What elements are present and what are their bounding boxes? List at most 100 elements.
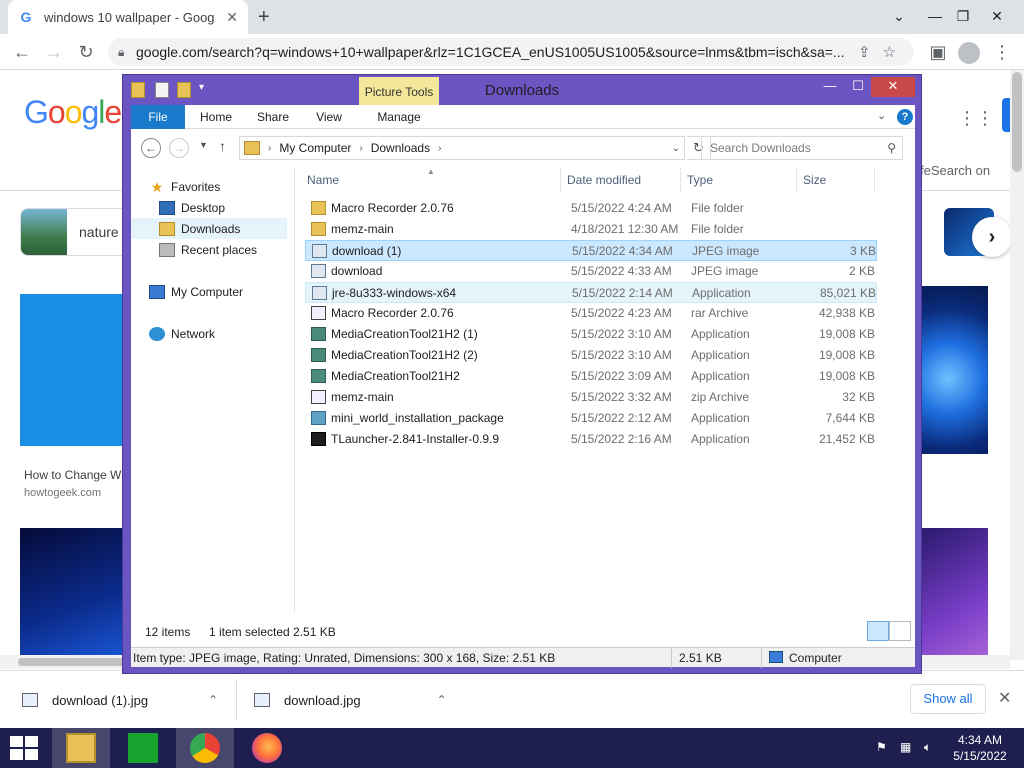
file-row[interactable]: MediaCreationTool21H2 5/15/2022 3:09 AM Ap…: [305, 366, 877, 387]
file-row[interactable]: memz-main 5/15/2022 3:32 AM zip Archive 32 …: [305, 387, 877, 408]
file-row[interactable]: Macro Recorder 2.0.76 5/15/2022 4:23 AM ra…: [305, 303, 877, 324]
file-date: 5/15/2022 2:12 AM: [571, 411, 672, 425]
file-row[interactable]: TLauncher-2.841-Installer-0.9.9 5/15/2022…: [305, 429, 877, 450]
nav-downloads[interactable]: Downloads: [131, 218, 287, 239]
file-row[interactable]: MediaCreationTool21H2 (1) 5/15/2022 3:10 …: [305, 324, 877, 345]
side-panel-icon[interactable]: ▣: [926, 40, 950, 64]
restore-icon[interactable]: ❐: [946, 0, 980, 34]
image-result[interactable]: [922, 286, 988, 454]
up-arrow-icon[interactable]: ↑: [219, 138, 226, 154]
page-hscroll-thumb[interactable]: [18, 658, 126, 666]
tab-view[interactable]: View: [307, 105, 351, 129]
image-result[interactable]: [20, 528, 124, 668]
browser-tab[interactable]: G windows 10 wallpaper - Google ✕: [8, 0, 248, 34]
file-row[interactable]: download (1) 5/15/2022 4:34 AM JPEG image 3…: [305, 240, 877, 261]
page-scroll-thumb[interactable]: [1012, 72, 1022, 172]
back-icon[interactable]: ←: [141, 138, 161, 158]
close-download-shelf-icon[interactable]: ✕: [998, 688, 1011, 708]
lock-icon[interactable]: 🔒︎: [118, 45, 136, 60]
chevron-right-icon[interactable]: ›: [438, 143, 441, 154]
download-item[interactable]: download (1).jpg ⌃: [12, 679, 228, 721]
help-icon[interactable]: ?: [897, 109, 913, 125]
column-header-type[interactable]: Type: [681, 167, 797, 193]
address-breadcrumb[interactable]: › My Computer › Downloads › ⌄: [239, 136, 685, 160]
volume-muted-icon[interactable]: 🔈︎: [924, 740, 931, 755]
address-bar[interactable]: 🔒︎ google.com/search?q=windows+10+wallpa…: [108, 38, 914, 66]
app-file-icon: [311, 348, 326, 362]
file-row[interactable]: download 5/15/2022 4:33 AM JPEG image 2 KB: [305, 261, 877, 282]
file-row[interactable]: Macro Recorder 2.0.76 5/15/2022 4:24 AM Fi…: [305, 198, 877, 219]
close-window-icon[interactable]: ✕: [980, 0, 1014, 34]
nav-recent-places[interactable]: Recent places: [159, 239, 257, 260]
safesearch-toggle[interactable]: feSearch on: [920, 163, 990, 178]
share-icon[interactable]: ⇪: [858, 43, 871, 61]
search-icon[interactable]: ⚲: [887, 137, 896, 159]
action-center-flag-icon[interactable]: ⚑: [876, 740, 887, 754]
details-view-icon[interactable]: [867, 621, 889, 641]
details-bar: Item type: JPEG image, Rating: Unrated, …: [131, 647, 915, 668]
menu-kebab-icon[interactable]: ⋮: [990, 40, 1014, 64]
new-tab-icon[interactable]: +: [258, 6, 270, 29]
column-header-size[interactable]: Size: [797, 167, 875, 193]
taskbar-chrome[interactable]: [176, 728, 234, 768]
large-icons-view-icon[interactable]: [889, 621, 911, 641]
google-favicon-icon: G: [20, 9, 32, 25]
back-icon[interactable]: ←: [10, 40, 34, 64]
nav-my-computer[interactable]: My Computer: [149, 281, 243, 302]
tab-file[interactable]: File: [131, 105, 185, 129]
explorer-titlebar[interactable]: ▾ Downloads Picture Tools — ☐ ✕: [123, 75, 921, 105]
tab-search-icon[interactable]: ⌄: [882, 0, 916, 34]
chevron-right-icon[interactable]: ›: [359, 143, 362, 154]
download-item[interactable]: download.jpg ⌃: [244, 679, 457, 721]
chevron-right-icon[interactable]: ›: [268, 143, 271, 154]
file-row[interactable]: jre-8u333-windows-x64 5/15/2022 2:14 AM Ap…: [305, 282, 877, 303]
column-header-date[interactable]: Date modified: [561, 167, 681, 193]
nav-favorites[interactable]: ★ Favorites: [149, 176, 221, 197]
system-clock[interactable]: 4:34 AM 5/15/2022: [950, 732, 1010, 764]
maximize-icon[interactable]: ☐: [845, 77, 871, 97]
taskbar-firefox[interactable]: [238, 728, 296, 768]
show-all-button[interactable]: Show all: [910, 684, 986, 714]
file-row[interactable]: MediaCreationTool21H2 (2) 5/15/2022 3:10 …: [305, 345, 877, 366]
file-date: 5/15/2022 4:24 AM: [571, 201, 672, 215]
address-dropdown-icon[interactable]: ⌄: [672, 143, 680, 154]
bookmark-star-icon[interactable]: ☆: [883, 43, 896, 61]
column-header-name[interactable]: Name: [301, 167, 561, 193]
image-result[interactable]: [922, 528, 988, 668]
file-size: 19,008 KB: [818, 327, 875, 341]
taskbar-file-explorer[interactable]: [52, 728, 110, 768]
recent-locations-icon[interactable]: ▼: [199, 140, 208, 150]
chevron-down-icon[interactable]: ⌄: [877, 109, 886, 122]
google-logo[interactable]: Google: [24, 94, 122, 131]
chip-thumbnail: [21, 209, 67, 255]
image-result-title[interactable]: How to Change W: [24, 468, 121, 482]
app-file-icon: [311, 369, 326, 383]
image-result[interactable]: [20, 294, 124, 446]
start-button[interactable]: [0, 728, 58, 768]
tab-manage[interactable]: Manage: [359, 105, 439, 129]
chevron-up-icon[interactable]: ⌃: [437, 693, 447, 707]
chips-next-icon[interactable]: ›: [972, 217, 1012, 257]
network-tray-icon[interactable]: ▦: [900, 740, 911, 754]
taskbar-store[interactable]: [114, 728, 172, 768]
forward-icon[interactable]: →: [169, 138, 189, 158]
profile-avatar[interactable]: [958, 42, 980, 64]
close-tab-icon[interactable]: ✕: [226, 9, 238, 26]
breadcrumb-downloads[interactable]: Downloads: [371, 141, 430, 155]
close-icon[interactable]: ✕: [871, 77, 915, 97]
related-chip-nature[interactable]: nature: [20, 208, 130, 256]
forward-icon[interactable]: →: [42, 40, 66, 64]
search-input[interactable]: Search Downloads ⚲: [701, 136, 903, 160]
file-date: 5/15/2022 3:32 AM: [571, 390, 672, 404]
tab-home[interactable]: Home: [193, 105, 239, 129]
file-row[interactable]: memz-main 4/18/2021 12:30 AM File folder: [305, 219, 877, 240]
file-size: 2 KB: [848, 264, 875, 278]
minimize-icon[interactable]: —: [817, 77, 843, 97]
chevron-up-icon[interactable]: ⌃: [208, 693, 218, 707]
file-row[interactable]: mini_world_installation_package 5/15/2022…: [305, 408, 877, 429]
nav-desktop[interactable]: Desktop: [159, 197, 225, 218]
breadcrumb-my-computer[interactable]: My Computer: [279, 141, 351, 155]
tab-share[interactable]: Share: [249, 105, 297, 129]
nav-network[interactable]: Network: [149, 323, 215, 344]
reload-icon[interactable]: ↻: [74, 40, 98, 64]
